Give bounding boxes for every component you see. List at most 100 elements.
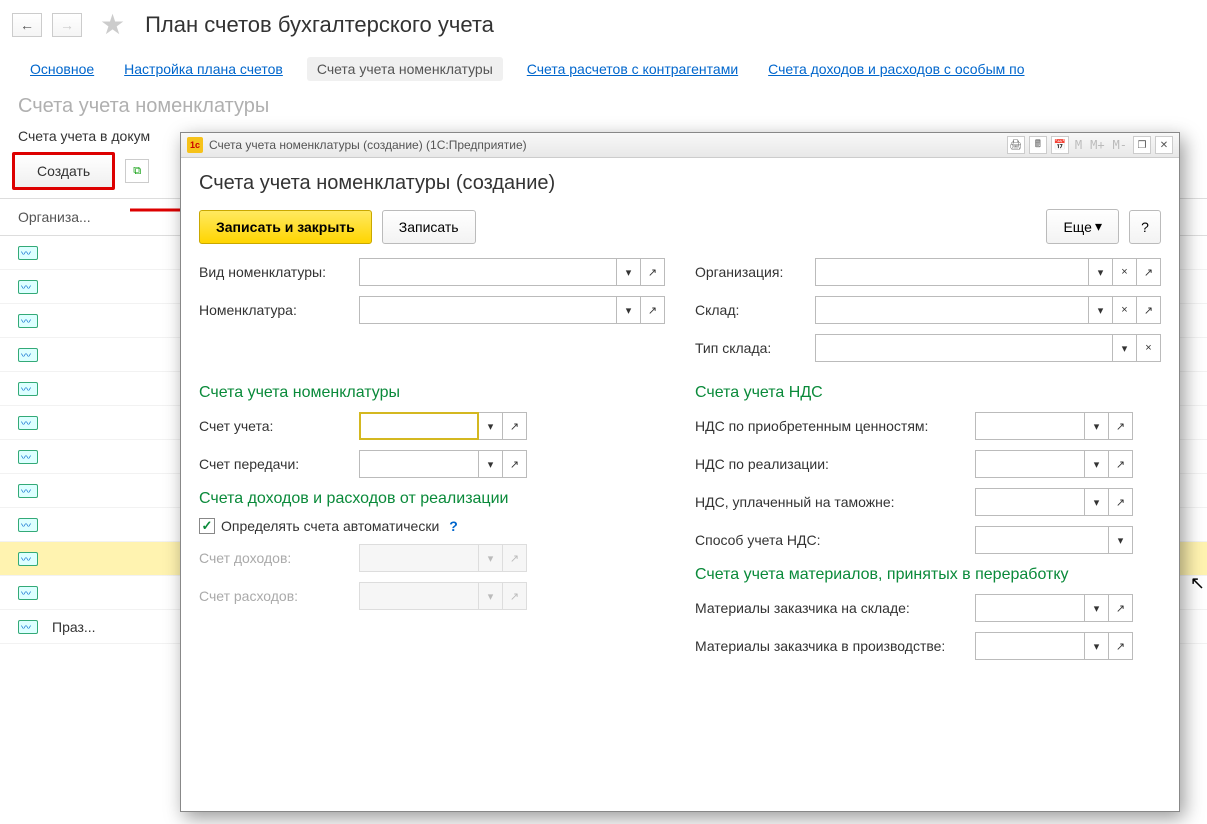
dropdown-icon: ▾	[479, 582, 503, 610]
open-icon[interactable]: ↗	[641, 258, 665, 286]
row-icon	[18, 348, 38, 362]
dropdown-icon[interactable]: ▾	[617, 296, 641, 324]
dropdown-icon[interactable]: ▾	[1109, 526, 1133, 554]
open-icon[interactable]: ↗	[1109, 632, 1133, 660]
input-materials-warehouse[interactable]	[975, 594, 1085, 622]
label-organization: Организация:	[695, 264, 815, 280]
row-icon	[18, 586, 38, 600]
label-vat-purchase: НДС по приобретенным ценностям:	[695, 418, 975, 434]
row-icon	[18, 518, 38, 532]
input-income-account	[359, 544, 479, 572]
save-and-close-button[interactable]: Записать и закрыть	[199, 210, 372, 244]
row-icon	[18, 484, 38, 498]
input-vat-customs[interactable]	[975, 488, 1085, 516]
label-vat-method: Способ учета НДС:	[695, 532, 975, 548]
dropdown-icon[interactable]: ▾	[1089, 258, 1113, 286]
section-materials-title: Счета учета материалов, принятых в перер…	[695, 566, 1161, 584]
calculator-icon[interactable]: 🖩	[1029, 136, 1047, 154]
tab-main[interactable]: Основное	[24, 57, 100, 81]
page-title: План счетов бухгалтерского учета	[145, 12, 494, 38]
row-icon	[18, 450, 38, 464]
create-button[interactable]: Создать	[12, 152, 115, 190]
calendar-icon[interactable]: 📅	[1051, 136, 1069, 154]
label-warehouse: Склад:	[695, 302, 815, 318]
nav-back-button[interactable]: ←	[12, 13, 42, 37]
input-warehouse[interactable]	[815, 296, 1089, 324]
app-logo-icon: 1c	[187, 137, 203, 153]
close-icon[interactable]: ✕	[1155, 136, 1173, 154]
input-transfer-account[interactable]	[359, 450, 479, 478]
section-income-title: Счета доходов и расходов от реализации	[199, 490, 665, 508]
open-icon[interactable]: ↗	[1137, 296, 1161, 324]
dropdown-icon[interactable]: ▾	[1085, 488, 1109, 516]
dropdown-icon[interactable]: ▾	[1085, 632, 1109, 660]
dialog-titlebar[interactable]: 1c Счета учета номенклатуры (создание) (…	[181, 133, 1179, 158]
dropdown-icon[interactable]: ▾	[1085, 594, 1109, 622]
open-icon[interactable]: ↗	[1137, 258, 1161, 286]
open-icon[interactable]: ↗	[1109, 594, 1133, 622]
open-icon[interactable]: ↗	[641, 296, 665, 324]
row-icon	[18, 280, 38, 294]
open-icon[interactable]: ↗	[1109, 488, 1133, 516]
input-vat-sales[interactable]	[975, 450, 1085, 478]
restore-window-icon[interactable]: ❐	[1133, 136, 1151, 154]
tab-income-expense-accounts[interactable]: Счета доходов и расходов с особым по	[762, 57, 1030, 81]
dropdown-icon[interactable]: ▾	[1085, 450, 1109, 478]
print-icon[interactable]: 🖨	[1007, 136, 1025, 154]
label-expense-account: Счет расходов:	[199, 588, 359, 604]
input-organization[interactable]	[815, 258, 1089, 286]
dialog-heading: Счета учета номенклатуры (создание)	[199, 172, 1161, 195]
open-icon[interactable]: ↗	[1109, 450, 1133, 478]
dialog-window: 1c Счета учета номенклатуры (создание) (…	[180, 132, 1180, 812]
dropdown-icon[interactable]: ▾	[1089, 296, 1113, 324]
dropdown-icon[interactable]: ▾	[479, 412, 503, 440]
open-icon: ↗	[503, 544, 527, 572]
table-row-label: Праз...	[52, 619, 96, 635]
row-icon	[18, 314, 38, 328]
row-icon	[18, 552, 38, 566]
help-icon[interactable]: ?	[449, 518, 458, 534]
nav-forward-button[interactable]: →	[52, 13, 82, 37]
table-header-org[interactable]: Организа...	[18, 209, 108, 225]
memory-mplus-indicator: M+	[1088, 138, 1106, 152]
dropdown-icon[interactable]: ▾	[617, 258, 641, 286]
help-button[interactable]: ?	[1129, 210, 1161, 244]
save-button[interactable]: Записать	[382, 210, 476, 244]
dropdown-icon: ▾	[479, 544, 503, 572]
input-account[interactable]	[359, 412, 479, 440]
clear-icon[interactable]: ×	[1113, 258, 1137, 286]
section-accounts-title: Счета учета номенклатуры	[199, 384, 665, 402]
dropdown-icon[interactable]: ▾	[1085, 412, 1109, 440]
label-transfer-account: Счет передачи:	[199, 456, 359, 472]
tab-nomenclature-accounts[interactable]: Счета учета номенклатуры	[307, 57, 503, 81]
tab-plan-settings[interactable]: Настройка плана счетов	[118, 57, 289, 81]
main-tabs: Основное Настройка плана счетов Счета уч…	[0, 49, 1207, 91]
input-nomenclature[interactable]	[359, 296, 617, 324]
dropdown-icon[interactable]: ▾	[479, 450, 503, 478]
label-account: Счет учета:	[199, 418, 359, 434]
open-icon[interactable]: ↗	[503, 412, 527, 440]
dropdown-icon[interactable]: ▾	[1113, 334, 1137, 362]
input-vat-method[interactable]	[975, 526, 1109, 554]
dialog-title: Счета учета номенклатуры (создание) (1С:…	[209, 138, 1007, 152]
more-button[interactable]: Еще▾	[1046, 209, 1119, 244]
clear-icon[interactable]: ×	[1113, 296, 1137, 324]
copy-button[interactable]: ⧉	[125, 159, 149, 183]
input-materials-production[interactable]	[975, 632, 1085, 660]
open-icon[interactable]: ↗	[503, 450, 527, 478]
input-vat-purchase[interactable]	[975, 412, 1085, 440]
input-nomenclature-type[interactable]	[359, 258, 617, 286]
clear-icon[interactable]: ×	[1137, 334, 1161, 362]
row-icon	[18, 416, 38, 430]
favorite-star-icon[interactable]: ★	[100, 8, 125, 41]
cursor-icon: ↖	[1190, 573, 1205, 594]
checkbox-auto-accounts[interactable]: ✓	[199, 518, 215, 534]
section-vat-title: Счета учета НДС	[695, 384, 1161, 402]
label-nomenclature: Номенклатура:	[199, 302, 359, 318]
open-icon: ↗	[503, 582, 527, 610]
input-warehouse-type[interactable]	[815, 334, 1113, 362]
label-materials-warehouse: Материалы заказчика на складе:	[695, 600, 975, 616]
tab-counterparty-accounts[interactable]: Счета расчетов с контрагентами	[521, 57, 744, 81]
row-icon	[18, 382, 38, 396]
open-icon[interactable]: ↗	[1109, 412, 1133, 440]
